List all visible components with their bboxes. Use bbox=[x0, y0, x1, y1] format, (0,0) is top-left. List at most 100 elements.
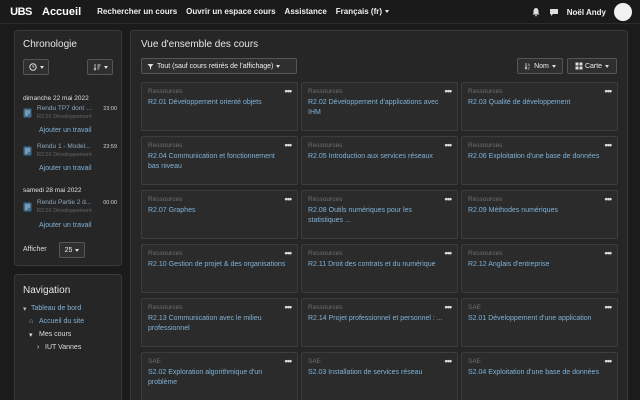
nav-home-link[interactable]: Accueil du site bbox=[39, 318, 84, 325]
chat-icon[interactable] bbox=[549, 7, 559, 17]
course-name-link[interactable]: S2.01 Développement d'une application bbox=[468, 314, 608, 324]
add-submission-link[interactable]: Ajouter un travail bbox=[39, 127, 92, 134]
course-name-link[interactable]: S2.04 Exploitation d'une base de données bbox=[468, 368, 608, 378]
course-name-link[interactable]: R2.07 Graphes bbox=[148, 206, 288, 216]
course-name-link[interactable]: R2.05 Introduction aux services réseaux bbox=[308, 152, 448, 162]
add-submission-link[interactable]: Ajouter un travail bbox=[39, 165, 92, 172]
chevron-down-icon bbox=[39, 65, 44, 69]
course-card[interactable]: Ressources R2.07 Graphes ••• bbox=[141, 190, 298, 239]
course-name-link[interactable]: R2.06 Exploitation d'une base de données bbox=[468, 152, 608, 162]
course-menu-icon[interactable]: ••• bbox=[285, 86, 293, 96]
course-overview-block: Vue d'ensemble des cours Tout (sauf cour… bbox=[130, 30, 628, 400]
chevron-down-icon bbox=[103, 65, 108, 69]
site-logo[interactable]: UBS bbox=[8, 2, 34, 22]
course-card[interactable]: Ressources R2.04 Communication et fonctio… bbox=[141, 136, 298, 185]
course-name-link[interactable]: S2.02 Exploration algorithmique d'un pro… bbox=[148, 368, 288, 388]
course-card[interactable]: Ressources R2.09 Méthodes numériques ••• bbox=[461, 190, 618, 239]
nav-my-courses[interactable]: Mes cours bbox=[39, 331, 71, 338]
course-menu-icon[interactable]: ••• bbox=[445, 356, 453, 366]
course-card[interactable]: SAE S2.03 Installation de services réseau… bbox=[301, 352, 458, 400]
page-size-value: 25 bbox=[64, 246, 73, 254]
course-card[interactable]: Ressources R2.05 Introduction aux service… bbox=[301, 136, 458, 185]
course-name-link[interactable]: R2.08 Outils numériques pour les statist… bbox=[308, 206, 448, 226]
course-category: Ressources bbox=[148, 142, 183, 149]
course-name-link[interactable]: R2.04 Communication et fonctionnement ba… bbox=[148, 152, 288, 172]
open-course-space-link[interactable]: Ouvrir un espace cours bbox=[186, 7, 275, 16]
course-menu-icon[interactable]: ••• bbox=[285, 248, 293, 258]
course-card[interactable]: Ressources R2.12 Anglais d'entreprise ••• bbox=[461, 244, 618, 293]
course-menu-icon[interactable]: ••• bbox=[285, 140, 293, 150]
home-link[interactable]: Accueil bbox=[42, 6, 81, 18]
day-label: samedi 28 mai 2022 bbox=[23, 187, 82, 194]
course-name-link[interactable]: R2.09 Méthodes numériques bbox=[468, 206, 608, 216]
course-card[interactable]: Ressources R2.06 Exploitation d'une base … bbox=[461, 136, 618, 185]
course-name-link[interactable]: R2.12 Anglais d'entreprise bbox=[468, 260, 608, 270]
course-name-link[interactable]: R2.03 Qualité de développement bbox=[468, 98, 608, 108]
chevron-down-icon bbox=[605, 64, 610, 68]
nav-dashboard-link[interactable]: Tableau de bord bbox=[31, 305, 81, 312]
timeline-item[interactable]: Rendu 1 - Model... R2.01 Développement 2… bbox=[23, 143, 117, 163]
help-link[interactable]: Assistance bbox=[285, 7, 327, 16]
language-label: Français (fr) bbox=[335, 7, 383, 16]
course-card[interactable]: Ressources R2.08 Outils numériques pour l… bbox=[301, 190, 458, 239]
course-card[interactable]: Ressources R2.11 Droit des contrats et du… bbox=[301, 244, 458, 293]
course-name-link[interactable]: R2.11 Droit des contrats et du numérique bbox=[308, 260, 448, 270]
course-card[interactable]: Ressources R2.01 Développement orienté ob… bbox=[141, 82, 298, 131]
timeline-filter-button[interactable] bbox=[23, 59, 49, 75]
course-menu-icon[interactable]: ••• bbox=[445, 140, 453, 150]
course-menu-icon[interactable]: ••• bbox=[605, 302, 613, 312]
search-courses-link[interactable]: Rechercher un cours bbox=[97, 7, 177, 16]
course-menu-icon[interactable]: ••• bbox=[605, 194, 613, 204]
timeline-sort-button[interactable] bbox=[87, 59, 113, 75]
course-card[interactable]: Ressources R2.14 Projet professionnel et … bbox=[301, 298, 458, 347]
course-filter-label: Tout (sauf cours retirés de l'affichage) bbox=[157, 62, 274, 70]
course-menu-icon[interactable]: ••• bbox=[445, 248, 453, 258]
filter-icon bbox=[147, 63, 154, 69]
page-size-select[interactable]: 25 bbox=[59, 242, 85, 258]
timeline-item-time: 23:59 bbox=[103, 144, 117, 150]
navigation-block: Navigation ▾ Tableau de bord ⌂ Accueil d… bbox=[14, 274, 122, 400]
course-name-link[interactable]: R2.01 Développement orienté objets bbox=[148, 98, 288, 108]
collapsed-chevron-icon[interactable]: › bbox=[37, 344, 39, 351]
course-card[interactable]: Ressources R2.13 Communication avec le mi… bbox=[141, 298, 298, 347]
timeline-item-title[interactable]: Rendu TP7 dont E... bbox=[37, 105, 93, 112]
course-name-link[interactable]: R2.10 Gestion de projet & des organisati… bbox=[148, 260, 288, 270]
course-card[interactable]: SAE S2.01 Développement d'une application… bbox=[461, 298, 618, 347]
avatar[interactable] bbox=[614, 3, 632, 21]
nav-links: Rechercher un cours Ouvrir un espace cou… bbox=[97, 7, 390, 16]
course-menu-icon[interactable]: ••• bbox=[605, 86, 613, 96]
expanded-chevron-icon[interactable]: ▾ bbox=[29, 331, 33, 339]
course-menu-icon[interactable]: ••• bbox=[445, 302, 453, 312]
course-menu-icon[interactable]: ••• bbox=[605, 356, 613, 366]
course-card[interactable]: Ressources R2.02 Développement d'applicat… bbox=[301, 82, 458, 131]
sort-icon: AZ bbox=[524, 63, 531, 70]
course-menu-icon[interactable]: ••• bbox=[285, 356, 293, 366]
course-card[interactable]: SAE S2.02 Exploration algorithmique d'un … bbox=[141, 352, 298, 400]
timeline-item[interactable]: Rendu Partie 2 d... R2.01 Développement … bbox=[23, 199, 117, 219]
course-menu-icon[interactable]: ••• bbox=[445, 86, 453, 96]
nav-iut-item[interactable]: IUT Vannes bbox=[45, 344, 81, 351]
course-filter-dropdown[interactable]: Tout (sauf cours retirés de l'affichage) bbox=[141, 58, 297, 74]
course-menu-icon[interactable]: ••• bbox=[445, 194, 453, 204]
bell-icon[interactable] bbox=[531, 7, 541, 17]
timeline-item-title[interactable]: Rendu 1 - Model... bbox=[37, 143, 93, 150]
course-name-link[interactable]: S2.03 Installation de services réseau bbox=[308, 368, 448, 378]
course-name-link[interactable]: R2.02 Développement d'applications avec … bbox=[308, 98, 448, 118]
user-name[interactable]: Noël Andy bbox=[567, 8, 606, 17]
course-menu-icon[interactable]: ••• bbox=[285, 302, 293, 312]
course-menu-icon[interactable]: ••• bbox=[605, 140, 613, 150]
timeline-item-title[interactable]: Rendu Partie 2 d... bbox=[37, 199, 93, 206]
add-submission-link[interactable]: Ajouter un travail bbox=[39, 222, 92, 229]
course-card[interactable]: SAE S2.04 Exploitation d'une base de donn… bbox=[461, 352, 618, 400]
course-name-link[interactable]: R2.14 Projet professionnel et personnel … bbox=[308, 314, 448, 324]
course-card[interactable]: Ressources R2.03 Qualité de développement… bbox=[461, 82, 618, 131]
language-menu[interactable]: Français (fr) bbox=[335, 7, 390, 16]
view-dropdown[interactable]: Carte bbox=[567, 58, 617, 74]
course-card[interactable]: Ressources R2.10 Gestion de projet & des … bbox=[141, 244, 298, 293]
course-menu-icon[interactable]: ••• bbox=[605, 248, 613, 258]
course-name-link[interactable]: R2.13 Communication avec le milieu profe… bbox=[148, 314, 288, 334]
timeline-item[interactable]: Rendu TP7 dont E... R2.01 Développement … bbox=[23, 105, 117, 125]
expanded-chevron-icon[interactable]: ▾ bbox=[23, 305, 27, 313]
course-menu-icon[interactable]: ••• bbox=[285, 194, 293, 204]
sort-dropdown[interactable]: AZ Nom bbox=[517, 58, 563, 74]
